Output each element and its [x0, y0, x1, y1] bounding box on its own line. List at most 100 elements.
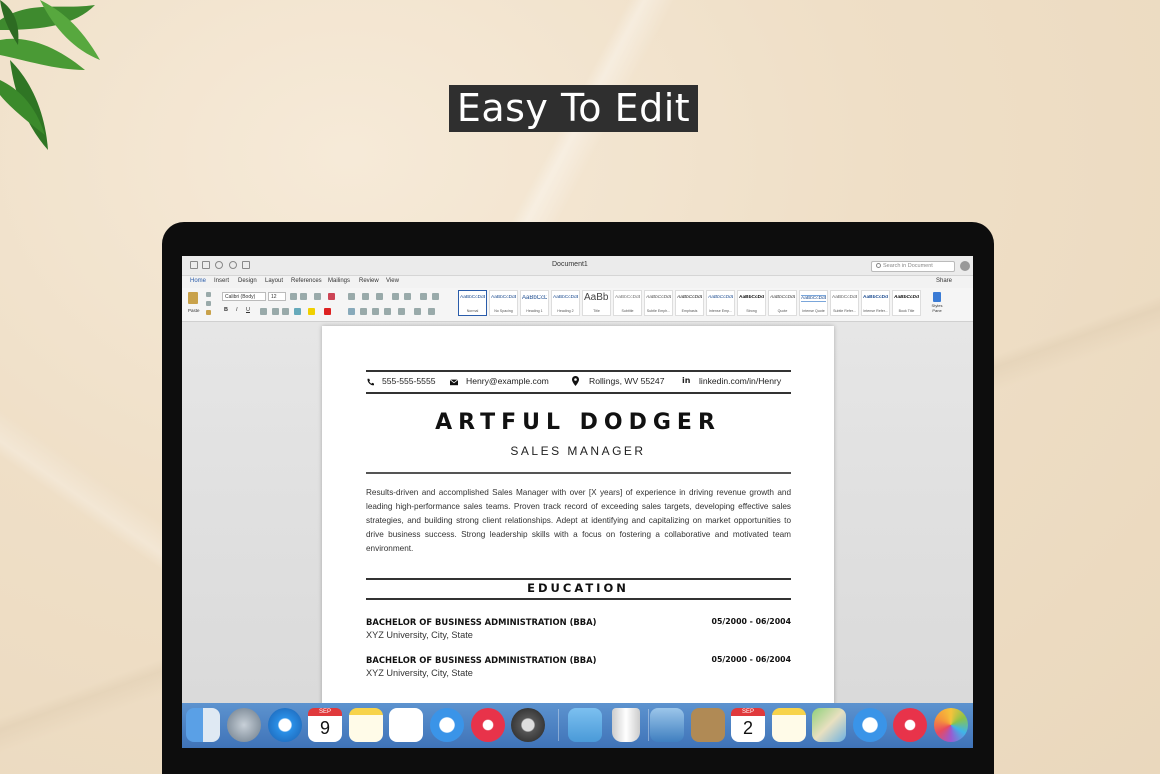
share-button[interactable]: Share: [936, 278, 952, 284]
style-quote[interactable]: AaBbCcDdEe Quote: [768, 290, 797, 316]
calendar-icon[interactable]: SEP 9: [308, 708, 342, 742]
maps-icon[interactable]: [812, 708, 846, 742]
sidebar-toggle-icon[interactable]: [190, 261, 198, 269]
photos-icon[interactable]: [934, 708, 968, 742]
copy-icon[interactable]: [206, 301, 211, 306]
notes-icon[interactable]: [772, 708, 806, 742]
trash-icon[interactable]: [612, 708, 640, 742]
tab-insert[interactable]: Insert: [214, 278, 229, 284]
tab-design[interactable]: Design: [238, 278, 257, 284]
style-sample: AaBbCcDdEe: [894, 295, 919, 300]
safari-icon[interactable]: [268, 708, 302, 742]
tab-references[interactable]: References: [291, 278, 322, 284]
style-label: Quote: [777, 309, 788, 313]
calendar-icon[interactable]: SEP 2: [731, 708, 765, 742]
education-degree: BACHELOR OF BUSINESS ADMINISTRATION (BBA…: [366, 617, 597, 627]
highlight-icon[interactable]: [308, 308, 315, 315]
print-icon[interactable]: [242, 261, 250, 269]
style-book-title[interactable]: AaBbCcDdEe Book Title: [892, 290, 921, 316]
downloads-folder-icon[interactable]: [568, 708, 602, 742]
education-school: XYZ University, City, State: [366, 668, 473, 678]
tab-mailings[interactable]: Mailings: [328, 278, 350, 284]
justify-icon[interactable]: [384, 308, 391, 315]
redo-icon[interactable]: [229, 261, 237, 269]
messages-icon[interactable]: [430, 708, 464, 742]
messages-icon[interactable]: [853, 708, 887, 742]
style-intense-quote[interactable]: AaBbCcDdEe Intense Quote: [799, 290, 828, 316]
bullets-icon[interactable]: [348, 293, 355, 300]
underline-icon[interactable]: U: [246, 307, 250, 313]
tab-home[interactable]: Home: [190, 278, 206, 284]
cut-icon[interactable]: [206, 292, 211, 297]
increase-indent-icon[interactable]: [404, 293, 411, 300]
align-center-icon[interactable]: [360, 308, 367, 315]
style-subtitle[interactable]: AaBbCcDdEe Subtitle: [613, 290, 642, 316]
itunes-icon[interactable]: [893, 708, 927, 742]
shrink-font-icon[interactable]: [300, 293, 307, 300]
clear-formatting-icon[interactable]: [328, 293, 335, 300]
undo-icon[interactable]: [215, 261, 223, 269]
style-label: Heading 1: [526, 309, 543, 313]
style-intense-emphasis[interactable]: AaBbCcDdEe Intense Emp...: [706, 290, 735, 316]
style-heading-2[interactable]: AaBbCcDdEe Heading 2: [551, 290, 580, 316]
calendar-day: 2: [742, 718, 753, 738]
multilevel-list-icon[interactable]: [376, 293, 383, 300]
style-title[interactable]: AaBbC Title: [582, 290, 611, 316]
style-sample: AaBbCcDdEe: [770, 295, 795, 300]
tab-review[interactable]: Review: [359, 278, 379, 284]
finder-icon[interactable]: [186, 708, 220, 742]
sort-icon[interactable]: [420, 293, 427, 300]
reminders-icon[interactable]: [389, 708, 423, 742]
search-input[interactable]: Search in Document: [871, 261, 955, 272]
itunes-icon[interactable]: [471, 708, 505, 742]
preview-icon[interactable]: [650, 708, 684, 742]
style-heading-1[interactable]: AaBbCcDd Heading 1: [520, 290, 549, 316]
style-emphasis[interactable]: AaBbCcDdEe Emphasis: [675, 290, 704, 316]
account-icon[interactable]: [960, 261, 970, 271]
style-normal[interactable]: AaBbCcDdEe Normal: [458, 290, 487, 316]
line-spacing-icon[interactable]: [398, 308, 405, 315]
contact-bottom-rule: [366, 392, 791, 394]
change-case-icon[interactable]: [314, 293, 321, 300]
grow-font-icon[interactable]: [290, 293, 297, 300]
launchpad-icon[interactable]: [227, 708, 261, 742]
bold-icon[interactable]: B: [224, 307, 228, 313]
contacts-icon[interactable]: [691, 708, 725, 742]
align-left-icon[interactable]: [348, 308, 355, 315]
system-preferences-icon[interactable]: [511, 708, 545, 742]
styles-pane-button[interactable]: Styles Pane: [930, 292, 944, 313]
style-intense-reference[interactable]: AaBbCcDdEe Intense Refer...: [861, 290, 890, 316]
tab-view[interactable]: View: [386, 278, 399, 284]
style-subtle-emphasis[interactable]: AaBbCcDdEe Subtle Emph...: [644, 290, 673, 316]
subscript-icon[interactable]: [272, 308, 279, 315]
style-sample: AaBbCcDdEe: [832, 295, 857, 300]
italic-icon[interactable]: I: [236, 307, 238, 313]
borders-icon[interactable]: [428, 308, 435, 315]
strikethrough-icon[interactable]: [260, 308, 267, 315]
shading-icon[interactable]: [414, 308, 421, 315]
font-size-select[interactable]: 12: [268, 292, 286, 301]
numbering-icon[interactable]: [362, 293, 369, 300]
show-formatting-icon[interactable]: [432, 293, 439, 300]
tab-layout[interactable]: Layout: [265, 278, 283, 284]
style-sample: AaBbCcDdEe: [460, 295, 485, 300]
paste-icon[interactable]: [188, 292, 198, 304]
font-name-select[interactable]: Calibri (Body): [222, 292, 266, 301]
document-canvas[interactable]: 555-555-5555 Henry@example.com Rollings,…: [182, 322, 973, 716]
style-strong[interactable]: AaBbCcDdEe Strong: [737, 290, 766, 316]
contact-location: Rollings, WV 55247: [589, 376, 665, 386]
style-subtle-reference[interactable]: AaBbCcDdEe Subtle Refer...: [830, 290, 859, 316]
document-page[interactable]: 555-555-5555 Henry@example.com Rollings,…: [322, 326, 834, 716]
notes-icon[interactable]: [349, 708, 383, 742]
style-sample: AaBbC: [584, 292, 609, 303]
text-effects-icon[interactable]: [294, 308, 301, 315]
save-icon[interactable]: [202, 261, 210, 269]
contact-phone: 555-555-5555: [382, 376, 436, 386]
decrease-indent-icon[interactable]: [392, 293, 399, 300]
format-painter-icon[interactable]: [206, 310, 211, 315]
style-no-spacing[interactable]: AaBbCcDdEe No Spacing: [489, 290, 518, 316]
calendar-month: SEP: [731, 708, 765, 716]
align-right-icon[interactable]: [372, 308, 379, 315]
font-color-icon[interactable]: [324, 308, 331, 315]
superscript-icon[interactable]: [282, 308, 289, 315]
